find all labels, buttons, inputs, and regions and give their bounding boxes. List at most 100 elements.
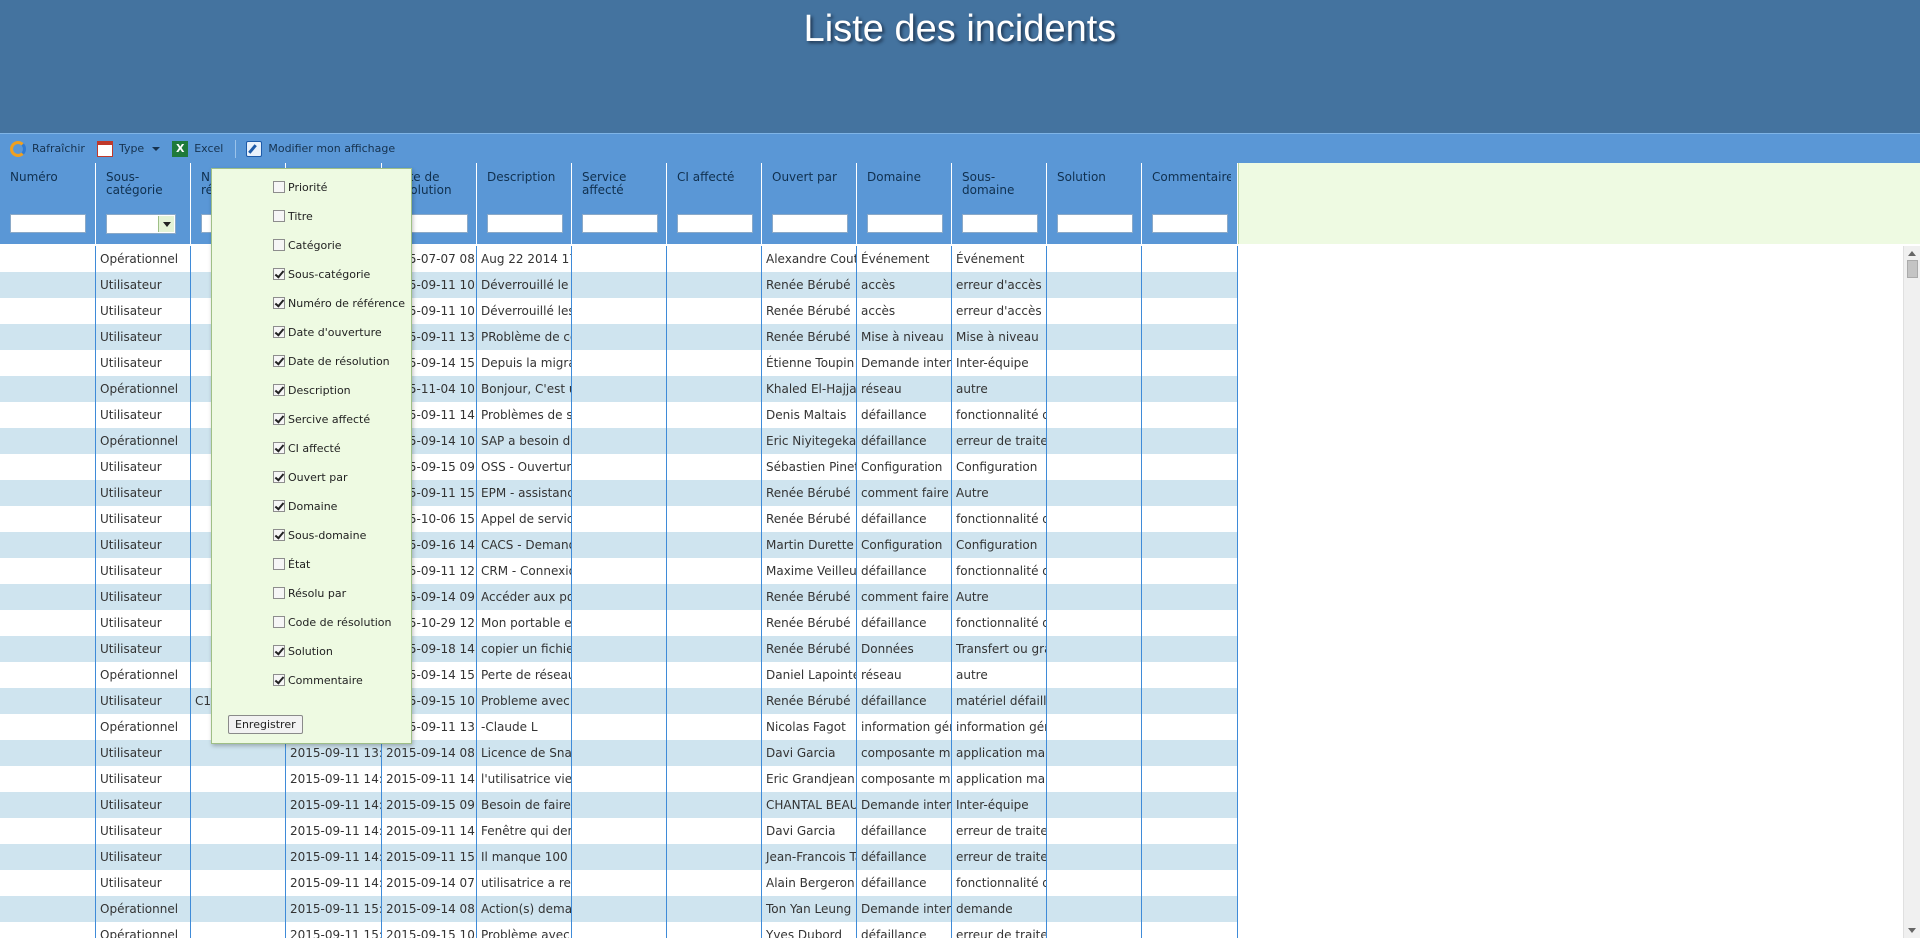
type-dropdown-button[interactable]: Type — [96, 140, 161, 157]
table-row[interactable]: Utilisateur 2015-09-11 14:3 2015-09-11 15:… — [0, 844, 1238, 870]
column-header[interactable]: Domaine — [857, 163, 952, 244]
table-row[interactable]: Utilisateur2015-09-14 09:1Accéder aux po… — [0, 584, 1238, 610]
table-row[interactable]: Utilisateur 2015-10-29 12:1 Mon portable e… — [0, 610, 1238, 636]
column-header[interactable]: CI affecté — [667, 163, 762, 244]
table-row[interactable]: Utilisateur 2015-09-11 10:4 Déverrouillé l… — [0, 272, 1238, 298]
display-option[interactable]: Numéro de référence — [273, 295, 405, 311]
refresh-button[interactable]: Rafraîchir — [10, 140, 85, 157]
checkbox[interactable] — [273, 355, 285, 367]
table-row[interactable]: Utilisateur2015-09-11 12:0CRM - Connexio… — [0, 558, 1238, 584]
table-row[interactable]: Utilisateur 2015-09-11 14:2 2015-09-15 09:… — [0, 792, 1238, 818]
display-option[interactable]: Sous-domaine — [273, 527, 366, 543]
column-filter-input[interactable] — [487, 214, 563, 233]
table-cell: Alain Bergeron — [762, 870, 857, 896]
column-header[interactable]: Ouvert par — [762, 163, 857, 244]
table-cell — [667, 558, 762, 584]
display-option[interactable]: Solution — [273, 643, 333, 659]
column-filter-input[interactable] — [772, 214, 848, 233]
column-filter-input[interactable] — [10, 214, 86, 233]
table-row[interactable]: Opérationnel 2015-09-14 15:1 Perte de rése… — [0, 662, 1238, 688]
checkbox[interactable] — [273, 239, 285, 251]
table-row[interactable]: Utilisateur2015-09-11 13:5PRoblème de co… — [0, 324, 1238, 350]
table-cell — [667, 454, 762, 480]
checkbox[interactable] — [273, 384, 285, 396]
display-option[interactable]: Sous-catégorie — [273, 266, 370, 282]
column-header[interactable]: Description — [477, 163, 572, 244]
table-row[interactable]: Utilisateur 2015-09-18 14:4 copier un fich… — [0, 636, 1238, 662]
display-option[interactable]: État — [273, 556, 310, 572]
column-filter-input[interactable] — [582, 214, 658, 233]
column-filter-input[interactable] — [1152, 214, 1228, 233]
checkbox[interactable] — [273, 181, 285, 193]
checkbox[interactable] — [273, 442, 285, 454]
table-cell: Renée Bérubé — [762, 298, 857, 324]
checkbox[interactable] — [273, 558, 285, 570]
scroll-down-icon[interactable] — [1908, 928, 1916, 933]
edit-display-button[interactable]: Modifier mon affichage — [246, 140, 395, 157]
table-row[interactable]: Utilisateur C1 2015-09-15 10:1 Probleme ave… — [0, 688, 1238, 714]
checkbox[interactable] — [273, 500, 285, 512]
table-cell: Il manque 100 M — [477, 844, 572, 870]
column-header[interactable]: Sous-domaine — [952, 163, 1047, 244]
table-row[interactable]: Opérationnel 2015-09-14 10:0 SAP a besoin … — [0, 428, 1238, 454]
column-filter-input[interactable] — [867, 214, 943, 233]
display-option[interactable]: Commentaire — [273, 672, 363, 688]
display-option[interactable]: CI affecté — [273, 440, 341, 456]
checkbox[interactable] — [273, 471, 285, 483]
column-header[interactable]: Numéro — [0, 163, 96, 244]
column-header[interactable]: Commentaire — [1142, 163, 1238, 244]
display-option[interactable]: Code de résolution — [273, 614, 392, 630]
table-row[interactable]: Utilisateur 2015-10-06 15:0 Appel de servi… — [0, 506, 1238, 532]
table-row[interactable]: Utilisateur2015-09-16 14:0CACS - Demande… — [0, 532, 1238, 558]
table-row[interactable]: Opérationnel 2015-09-11 15:2 2015-09-15 10… — [0, 922, 1238, 938]
checkbox[interactable] — [273, 674, 285, 686]
excel-export-button[interactable]: X Excel — [172, 140, 223, 157]
table-row[interactable]: Utilisateur 2015-09-11 14:0 2015-09-11 14:… — [0, 766, 1238, 792]
column-header[interactable]: Sous-catégorie — [96, 163, 191, 244]
table-cell — [1142, 376, 1238, 402]
table-cell: composante man — [857, 766, 952, 792]
table-row[interactable]: Utilisateur 2015-09-14 15:0 Depuis la migr… — [0, 350, 1238, 376]
checkbox[interactable] — [273, 210, 285, 222]
column-filter-input[interactable] — [677, 214, 753, 233]
scroll-thumb[interactable] — [1907, 260, 1918, 278]
table-row[interactable]: Utilisateur 2015-09-11 14:3 2015-09-11 14:… — [0, 818, 1238, 844]
table-row[interactable]: Utilisateur 2015-09-15 09:0 OSS - Ouvertur… — [0, 454, 1238, 480]
column-header[interactable]: Service affecté — [572, 163, 667, 244]
display-option[interactable]: Titre — [273, 208, 313, 224]
checkbox[interactable] — [273, 297, 285, 309]
table-row[interactable]: Opérationnel 2015-11-04 10:3 Bonjour, C'es… — [0, 376, 1238, 402]
checkbox[interactable] — [273, 616, 285, 628]
save-button[interactable]: Enregistrer — [228, 715, 303, 734]
display-option[interactable]: Résolu par — [273, 585, 346, 601]
display-option[interactable]: Ouvert par — [273, 469, 348, 485]
table-row[interactable]: Utilisateur 2015-09-11 14:4 2015-09-14 07:… — [0, 870, 1238, 896]
column-filter-input[interactable] — [1057, 214, 1133, 233]
column-filter-select[interactable] — [106, 214, 176, 234]
table-row[interactable]: Utilisateur 2015-09-11 14:3 Problèmes de s… — [0, 402, 1238, 428]
checkbox[interactable] — [273, 326, 285, 338]
table-row[interactable]: Opérationnel 2015-09-11 13:3 -Claude L Nic… — [0, 714, 1238, 740]
table-row[interactable]: Opérationnel 2015-09-11 15:1 2015-09-14 08… — [0, 896, 1238, 922]
vertical-scrollbar[interactable] — [1903, 246, 1920, 938]
table-row[interactable]: Utilisateur 2015-09-11 15:5 EPM - assistan… — [0, 480, 1238, 506]
display-option[interactable]: Date de résolution — [273, 353, 390, 369]
checkbox[interactable] — [273, 529, 285, 541]
display-option[interactable]: Priorité — [273, 179, 327, 195]
display-option[interactable]: Date d'ouverture — [273, 324, 382, 340]
column-filter-input[interactable] — [962, 214, 1038, 233]
display-option[interactable]: Domaine — [273, 498, 337, 514]
display-option[interactable]: Description — [273, 382, 351, 398]
column-header[interactable]: Solution — [1047, 163, 1142, 244]
table-row[interactable]: Opérationnel 2015-07-07 08:3 Aug 22 2014 1… — [0, 246, 1238, 272]
scroll-up-icon[interactable] — [1908, 251, 1916, 256]
display-option[interactable]: Sercive affecté — [273, 411, 370, 427]
checkbox[interactable] — [273, 268, 285, 280]
checkbox[interactable] — [273, 413, 285, 425]
table-row[interactable]: Utilisateur 2015-09-11 13:5 2015-09-14 08:… — [0, 740, 1238, 766]
table-row[interactable]: Utilisateur 2015-09-11 10:3 Déverrouillé l… — [0, 298, 1238, 324]
checkbox[interactable] — [273, 587, 285, 599]
checkbox[interactable] — [273, 645, 285, 657]
chevron-down-icon[interactable] — [158, 216, 174, 232]
display-option[interactable]: Catégorie — [273, 237, 342, 253]
